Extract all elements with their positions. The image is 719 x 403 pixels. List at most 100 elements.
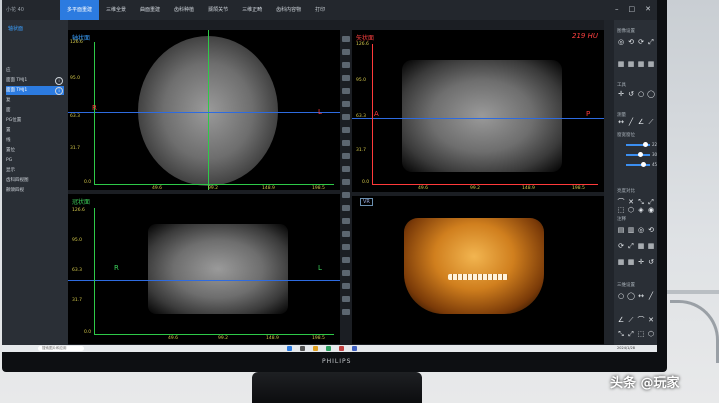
tool-icon[interactable]: ▥ bbox=[627, 226, 635, 234]
tool-icon[interactable]: ⬡ bbox=[627, 206, 635, 214]
menu-item[interactable]: 多平面重建 bbox=[60, 0, 100, 20]
view-tool-icon[interactable] bbox=[342, 153, 350, 159]
left-panel-item[interactable]: 面面 TMJ1 i bbox=[6, 76, 64, 85]
info-icon[interactable]: i bbox=[55, 77, 63, 85]
left-panel-item[interactable]: PG位置 bbox=[6, 116, 64, 125]
app-icon[interactable] bbox=[339, 346, 344, 351]
tool-icon[interactable]: ◈ bbox=[637, 206, 645, 214]
menu-item[interactable]: 三维全景 bbox=[99, 0, 133, 20]
menu-item[interactable]: 颞颌关节 bbox=[201, 0, 235, 20]
tool-icon[interactable]: ▤ bbox=[617, 226, 625, 234]
tool-icon[interactable]: ○ bbox=[637, 90, 645, 98]
view-tool-icon[interactable] bbox=[342, 36, 350, 42]
view-tool-icon[interactable] bbox=[342, 205, 350, 211]
tool-icon[interactable]: ↺ bbox=[627, 90, 635, 98]
search-icon[interactable] bbox=[300, 346, 305, 351]
tool-icon[interactable]: ↺ bbox=[647, 258, 655, 266]
slider-knob[interactable] bbox=[638, 152, 644, 157]
setting-slider[interactable] bbox=[626, 142, 650, 147]
left-panel-item[interactable]: 线 bbox=[6, 136, 64, 145]
tool-icon[interactable]: ⤢ bbox=[647, 38, 655, 46]
tool-icon[interactable]: ╱ bbox=[627, 118, 635, 126]
view-tool-icon[interactable] bbox=[342, 49, 350, 55]
tool-icon[interactable]: ◯ bbox=[647, 90, 655, 98]
left-panel-item[interactable]: 置位 bbox=[6, 146, 64, 155]
info-icon[interactable]: i bbox=[55, 87, 63, 95]
tool-icon[interactable]: ⌒ bbox=[617, 198, 625, 206]
left-panel-item[interactable]: 显示 bbox=[6, 166, 64, 175]
tool-icon[interactable]: ∠ bbox=[617, 316, 625, 324]
tool-icon[interactable]: ✕ bbox=[627, 198, 635, 206]
volume-view[interactable]: VR bbox=[352, 196, 604, 344]
tool-icon[interactable]: ↔ bbox=[617, 118, 625, 126]
menu-item[interactable]: 打印 bbox=[308, 0, 332, 20]
view-tool-icon[interactable] bbox=[342, 88, 350, 94]
menu-item[interactable]: 齿科内容物 bbox=[269, 0, 308, 20]
view-tool-icon[interactable] bbox=[342, 244, 350, 250]
tool-icon[interactable]: ⟲ bbox=[647, 226, 655, 234]
tool-icon[interactable]: ▦ bbox=[637, 242, 645, 250]
left-panel-item[interactable]: 复 bbox=[6, 96, 64, 105]
tool-icon[interactable]: ⟳ bbox=[617, 242, 625, 250]
app-icon[interactable] bbox=[326, 346, 331, 351]
tool-icon[interactable]: ⟋ bbox=[627, 316, 635, 324]
left-panel-item[interactable]: PG bbox=[6, 156, 64, 165]
taskbar-search[interactable]: 搜索图片和应用 bbox=[38, 346, 84, 351]
tool-icon[interactable]: ▦ bbox=[617, 258, 625, 266]
tool-icon[interactable]: ⌒ bbox=[637, 316, 645, 324]
tool-icon[interactable]: ⬚ bbox=[637, 330, 645, 338]
tool-icon[interactable]: ✛ bbox=[637, 258, 645, 266]
tool-icon[interactable]: ◯ bbox=[627, 292, 635, 300]
view-tool-icon[interactable] bbox=[342, 283, 350, 289]
tool-icon[interactable]: ◎ bbox=[617, 38, 625, 46]
left-panel-item[interactable]: 齿科四视图 bbox=[6, 176, 64, 185]
left-panel-item[interactable]: 面面 TMJ1 i bbox=[6, 86, 64, 95]
left-panel-item[interactable]: 颞颌四视 bbox=[6, 186, 64, 195]
tool-icon[interactable]: ✛ bbox=[617, 90, 625, 98]
view-tool-icon[interactable] bbox=[342, 296, 350, 302]
close-icon[interactable]: ✕ bbox=[645, 5, 651, 13]
slider-knob[interactable] bbox=[640, 162, 646, 167]
tool-icon[interactable]: ╱ bbox=[647, 292, 655, 300]
tool-icon[interactable]: ▦ bbox=[617, 60, 625, 68]
view-tool-icon[interactable] bbox=[342, 127, 350, 133]
menu-item[interactable]: 曲面重建 bbox=[133, 0, 167, 20]
menu-item[interactable]: 三维正畸 bbox=[235, 0, 269, 20]
folder-icon[interactable] bbox=[313, 346, 318, 351]
view-tool-icon[interactable] bbox=[342, 231, 350, 237]
maximize-icon[interactable]: □ bbox=[629, 5, 636, 13]
view-tool-icon[interactable] bbox=[342, 218, 350, 224]
sagittal-view[interactable]: 矢状面 219 HU A P 126.6 95.0 63.3 31.7 0.0 … bbox=[352, 30, 604, 192]
setting-slider[interactable] bbox=[626, 162, 650, 167]
tool-icon[interactable]: ⬚ bbox=[617, 206, 625, 214]
setting-slider[interactable] bbox=[626, 152, 650, 157]
tool-icon[interactable]: ⤢ bbox=[627, 242, 635, 250]
view-tool-icon[interactable] bbox=[342, 309, 350, 315]
tool-icon[interactable]: ↔ bbox=[637, 292, 645, 300]
vr-tag[interactable]: VR bbox=[360, 198, 373, 206]
minimize-icon[interactable]: – bbox=[615, 5, 619, 13]
app-icon[interactable] bbox=[352, 346, 357, 351]
tool-icon[interactable]: ○ bbox=[617, 292, 625, 300]
tool-icon[interactable]: ▦ bbox=[637, 60, 645, 68]
coronal-view[interactable]: 冠状面 R L 126.6 95.0 63.3 31.7 0.0 49.6 99… bbox=[68, 194, 340, 344]
view-tool-icon[interactable] bbox=[342, 179, 350, 185]
tool-icon[interactable]: ⤢ bbox=[627, 330, 635, 338]
left-panel-item[interactable]: 面 bbox=[6, 106, 64, 115]
tool-icon[interactable]: ⟲ bbox=[627, 38, 635, 46]
tool-icon[interactable]: ⤡ bbox=[637, 198, 645, 206]
tool-icon[interactable]: ▦ bbox=[627, 60, 635, 68]
tool-icon[interactable]: ⟳ bbox=[637, 38, 645, 46]
tool-icon[interactable]: ◉ bbox=[647, 206, 655, 214]
tool-icon[interactable]: ▦ bbox=[627, 258, 635, 266]
view-tool-icon[interactable] bbox=[342, 270, 350, 276]
tool-icon[interactable]: ▦ bbox=[647, 242, 655, 250]
tool-icon[interactable]: ⤡ bbox=[617, 330, 625, 338]
tool-icon[interactable]: ◎ bbox=[637, 226, 645, 234]
axial-view[interactable]: 轴状面 R L 126.6 95.0 63.3 31.7 0.0 49.6 99… bbox=[68, 30, 340, 191]
view-tool-icon[interactable] bbox=[342, 114, 350, 120]
view-tool-icon[interactable] bbox=[342, 166, 350, 172]
windows-start-icon[interactable] bbox=[287, 346, 292, 351]
view-tool-icon[interactable] bbox=[342, 62, 350, 68]
tool-icon[interactable]: ⤢ bbox=[647, 198, 655, 206]
